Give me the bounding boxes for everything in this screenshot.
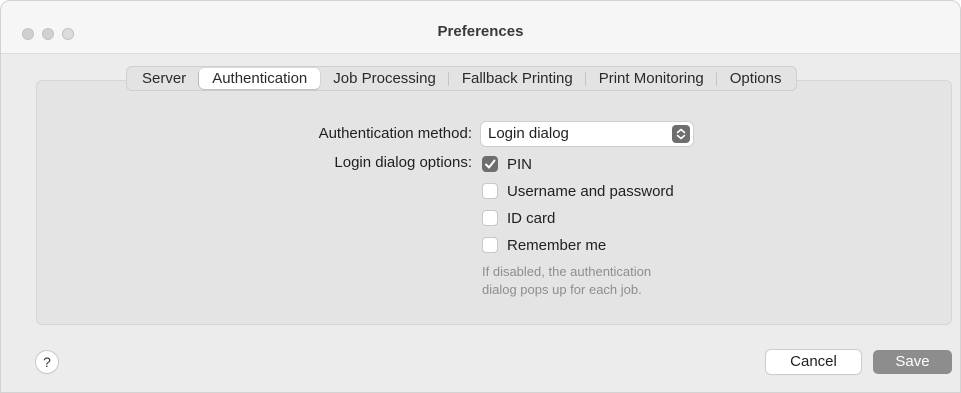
id-card-label: ID card: [507, 209, 556, 227]
option-remember-me[interactable]: Remember me: [482, 236, 606, 254]
login-options-label: Login dialog options:: [334, 154, 472, 171]
preferences-window: Preferences Server Authentication Job Pr…: [0, 0, 961, 393]
tab-server[interactable]: Server: [129, 68, 200, 89]
auth-method-label: Authentication method:: [318, 125, 472, 142]
auth-method-value: Login dialog: [488, 125, 569, 142]
option-pin[interactable]: PIN: [482, 155, 532, 173]
username-password-label: Username and password: [507, 182, 674, 200]
chevron-up-down-icon: [672, 125, 690, 143]
remember-me-checkbox[interactable]: [482, 237, 498, 253]
pin-label: PIN: [507, 155, 533, 173]
pin-checkbox[interactable]: [482, 156, 498, 172]
id-card-checkbox[interactable]: [482, 210, 498, 226]
tab-bar: Server Authentication Job Processing Fal…: [126, 66, 798, 91]
auth-method-select[interactable]: Login dialog: [481, 122, 693, 146]
username-password-checkbox[interactable]: [482, 183, 498, 199]
save-button[interactable]: Save: [873, 350, 952, 374]
remember-me-hint: If disabled, the authentication dialog p…: [482, 263, 651, 299]
option-username-password[interactable]: Username and password: [482, 182, 674, 200]
option-id-card[interactable]: ID card: [482, 209, 555, 227]
tab-print-monitoring[interactable]: Print Monitoring: [586, 68, 717, 89]
hint-line-2: dialog pops up for each job.: [482, 282, 642, 297]
cancel-button[interactable]: Cancel: [766, 350, 861, 374]
remember-me-label: Remember me: [507, 236, 607, 254]
tab-job-processing[interactable]: Job Processing: [320, 68, 449, 89]
hint-line-1: If disabled, the authentication: [482, 264, 652, 279]
tab-fallback-printing[interactable]: Fallback Printing: [449, 68, 586, 89]
tab-options[interactable]: Options: [717, 68, 795, 89]
window-title: Preferences: [437, 23, 524, 40]
help-button[interactable]: ?: [36, 351, 58, 373]
checkmark-icon: [485, 159, 496, 169]
tab-authentication[interactable]: Authentication: [199, 68, 321, 89]
title-bar: Preferences: [1, 1, 960, 54]
